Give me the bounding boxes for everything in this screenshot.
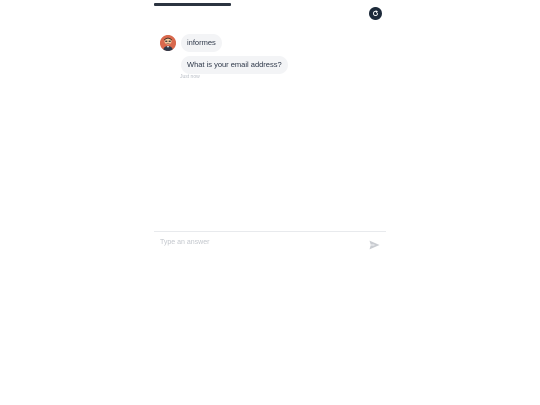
refresh-icon (372, 10, 379, 16)
message-timestamp: Just now (180, 74, 200, 80)
progress-bar-fill (154, 3, 231, 6)
restart-button[interactable] (369, 7, 382, 20)
send-button[interactable] (369, 237, 380, 250)
bot-message-bubble: informes (181, 34, 222, 52)
composer-divider (154, 231, 386, 232)
send-icon (369, 240, 380, 250)
chat-widget: informes What is your email address? Jus… (154, 0, 386, 405)
bot-message-bubble: What is your email address? (181, 56, 288, 74)
bot-avatar (160, 35, 176, 51)
bot-message-row: informes (160, 34, 222, 52)
answer-input[interactable] (160, 236, 360, 248)
progress-bar (154, 3, 386, 6)
